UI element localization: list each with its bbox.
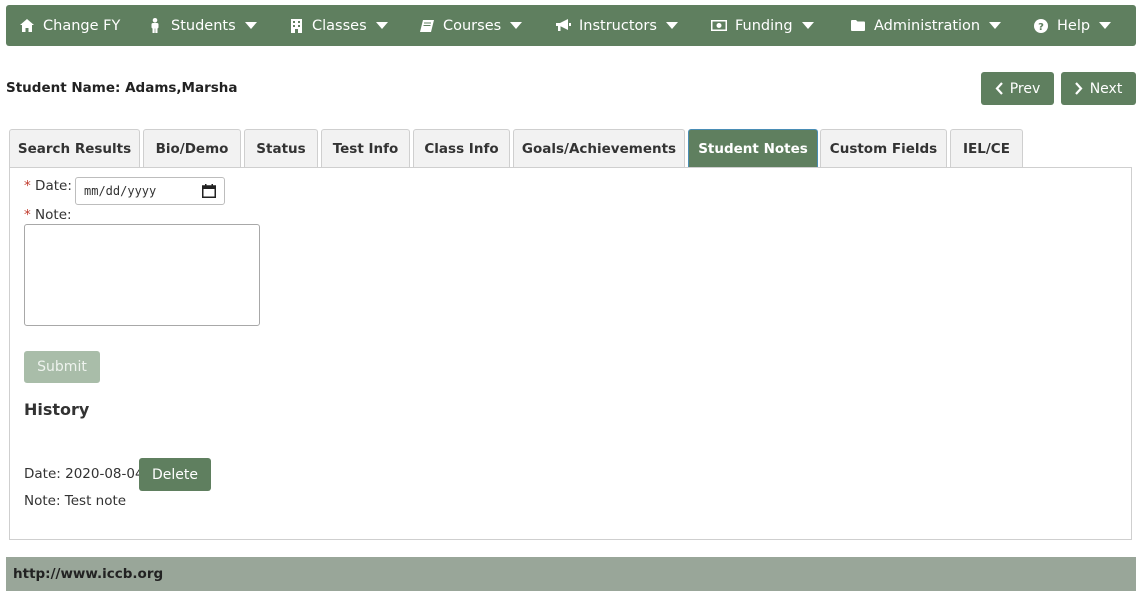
student-notes-panel: * Date: mm/dd/yyyy * Note: Submit Histor… <box>9 167 1132 540</box>
nav-administration[interactable]: Administration <box>851 5 1002 46</box>
tab-bio-demo[interactable]: Bio/Demo <box>143 129 241 168</box>
nav-label: Change FY <box>43 17 121 34</box>
nav-funding[interactable]: Funding <box>711 5 814 46</box>
submit-button[interactable]: Submit <box>24 351 100 383</box>
next-button[interactable]: Next <box>1061 72 1136 105</box>
tab-iel-ce[interactable]: IEL/CE <box>950 129 1023 168</box>
footer-link[interactable]: http://www.iccb.org <box>13 566 163 582</box>
nav-label: Instructors <box>579 17 657 34</box>
history-entry-note: Note: Test note <box>24 493 127 509</box>
date-input[interactable]: mm/dd/yyyy <box>75 177 225 205</box>
tab-label: Status <box>256 141 306 157</box>
note-label-text: Note: <box>35 207 72 223</box>
tab-search-results[interactable]: Search Results <box>9 129 140 168</box>
tab-label: Student Notes <box>698 141 808 157</box>
tab-status[interactable]: Status <box>244 129 318 168</box>
history-entry-date: Date: 2020-08-04 <box>24 466 144 482</box>
tab-label: Test Info <box>332 141 399 157</box>
caret-down-icon <box>1099 21 1112 30</box>
tab-label: IEL/CE <box>963 141 1010 157</box>
tab-label: Bio/Demo <box>155 141 229 157</box>
caret-down-icon <box>375 21 388 30</box>
nav-label: Courses <box>443 17 502 34</box>
history-heading: History <box>24 400 90 419</box>
book-icon <box>420 19 434 33</box>
chevron-left-icon <box>995 82 1003 95</box>
folder-icon <box>851 19 865 33</box>
nav-label: Funding <box>735 17 793 34</box>
svg-text:?: ? <box>1038 22 1044 33</box>
nav-students[interactable]: Students <box>148 5 257 46</box>
person-icon <box>148 18 162 33</box>
caret-down-icon <box>801 21 814 30</box>
nav-instructors[interactable]: Instructors <box>555 5 678 46</box>
note-textarea[interactable] <box>24 224 260 326</box>
date-placeholder: mm/dd/yyyy <box>84 184 157 198</box>
next-label: Next <box>1089 80 1123 97</box>
prev-label: Prev <box>1009 80 1041 97</box>
nav-classes[interactable]: Classes <box>289 5 388 46</box>
tab-class-info[interactable]: Class Info <box>413 129 510 168</box>
student-name-label: Student Name: <box>6 80 121 96</box>
bullhorn-icon <box>555 19 571 33</box>
tab-test-info[interactable]: Test Info <box>321 129 410 168</box>
chevron-right-icon <box>1074 82 1083 95</box>
tab-label: Goals/Achievements <box>521 141 677 157</box>
footer-bar: http://www.iccb.org <box>6 557 1136 591</box>
delete-note-button[interactable]: Delete <box>139 458 211 491</box>
date-label: * Date: <box>24 178 72 194</box>
calendar-icon[interactable] <box>202 184 216 198</box>
nav-label: Help <box>1057 17 1091 34</box>
required-mark: * <box>24 178 31 194</box>
student-name-value: Adams,Marsha <box>125 80 238 96</box>
money-icon <box>711 19 727 33</box>
prev-button[interactable]: Prev <box>981 72 1054 105</box>
caret-down-icon <box>989 21 1002 30</box>
nav-change-fy[interactable]: Change FY <box>20 5 120 46</box>
tab-goals-achievements[interactable]: Goals/Achievements <box>513 129 685 168</box>
building-icon <box>289 18 303 33</box>
nav-label: Students <box>171 17 236 34</box>
tab-label: Class Info <box>424 141 499 157</box>
nav-help[interactable]: ? Help <box>1034 5 1112 46</box>
required-mark: * <box>24 207 31 223</box>
date-label-text: Date: <box>35 178 72 194</box>
caret-down-icon <box>665 21 678 30</box>
tab-label: Search Results <box>17 141 132 157</box>
tab-custom-fields[interactable]: Custom Fields <box>820 129 947 168</box>
nav-label: Administration <box>874 17 981 34</box>
caret-down-icon <box>244 21 257 30</box>
student-name-heading: Student Name: Adams,Marsha <box>6 80 238 96</box>
tab-label: Custom Fields <box>829 141 938 157</box>
caret-down-icon <box>510 21 523 30</box>
nav-courses[interactable]: Courses <box>420 5 523 46</box>
note-label: * Note: <box>24 207 72 223</box>
nav-label: Classes <box>312 17 367 34</box>
main-navbar: Change FY Students Classes Courses Instr… <box>6 5 1136 46</box>
question-icon: ? <box>1034 18 1048 33</box>
tab-student-notes[interactable]: Student Notes <box>688 129 818 168</box>
home-icon <box>20 19 34 33</box>
